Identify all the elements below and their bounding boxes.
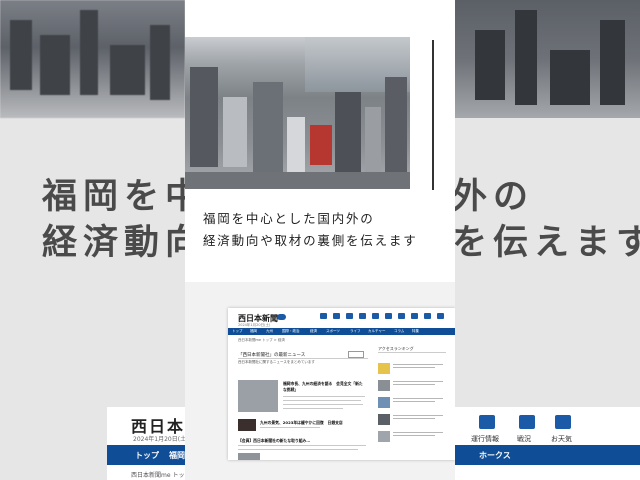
login-icon xyxy=(320,313,327,319)
mini-nav-item: カルチャー xyxy=(368,329,386,333)
train-icon xyxy=(372,313,379,319)
article-text-line xyxy=(260,427,320,429)
article-text-line xyxy=(283,396,365,398)
tagline-line2: 経済動向や取材の裏側を伝えます xyxy=(203,233,418,248)
mini-nav-item: 九州 xyxy=(266,329,273,333)
decorative-divider xyxy=(432,40,434,190)
mini-nav-item: 福岡 xyxy=(250,329,257,333)
mini-nav-item: 国際・政治 xyxy=(282,329,300,333)
calendar-icon xyxy=(411,313,418,319)
article-text-line xyxy=(283,400,361,402)
mini-section-subtitle: 西日本新聞社に関するニュースをまとめています xyxy=(238,360,315,364)
background-nav-item: 福岡 xyxy=(169,451,185,460)
article-text-line xyxy=(238,449,358,451)
article-text-line xyxy=(283,404,363,406)
mini-sidebar-divider xyxy=(378,352,446,353)
mini-nav-item: スポーツ xyxy=(326,329,340,333)
tagline-line1: 福岡を中心とした国内外の xyxy=(203,211,375,226)
background-icon-label-3: お天気 xyxy=(551,435,572,443)
mini-nav-item: ライフ xyxy=(350,329,361,333)
city-aerial-photo xyxy=(185,37,410,189)
background-nav-item: ホークス xyxy=(479,451,511,460)
mini-nav-item: 経済 xyxy=(310,329,317,333)
background-icon-label-1: 運行情報 xyxy=(471,435,499,443)
article-thumbnail xyxy=(238,453,260,460)
weather-icon xyxy=(555,415,571,429)
background-icon-label-2: 戦況 xyxy=(517,435,531,443)
mini-follow-button xyxy=(348,351,364,358)
article-text-line xyxy=(238,445,366,447)
user-icon xyxy=(424,313,431,319)
ranking-item xyxy=(378,414,446,427)
newspaper-icon xyxy=(385,313,392,319)
background-nav-item: トップ xyxy=(135,451,159,460)
ranking-item xyxy=(378,397,446,410)
background-site-date: 2024年1月20日(土) xyxy=(133,436,189,443)
background-site-breadcrumb: 西日本新聞me トップ xyxy=(131,472,191,479)
mini-nav-item: トップ xyxy=(232,329,243,333)
ranking-item xyxy=(378,431,446,444)
article-subtitle: な挑戦」 xyxy=(283,387,299,392)
search-icon xyxy=(346,313,353,319)
mini-site-nav: トップ 福岡 九州 国際・政治 経済 スポーツ ライフ カルチャー コラム 特集 xyxy=(228,328,455,335)
article-text-line xyxy=(283,408,343,410)
article-thumbnail xyxy=(238,380,278,412)
mail-icon xyxy=(333,313,340,319)
mini-logo-badge xyxy=(277,314,286,320)
mini-breadcrumb: 西日本新聞me トップ > 経済 xyxy=(238,338,285,342)
mini-divider xyxy=(238,358,368,359)
ranking-item xyxy=(378,363,446,376)
article-title: 九州の景気、2023年は緩やかに回復 日銀支店 xyxy=(260,420,343,425)
background-city-photo-left xyxy=(0,0,185,118)
mini-nav-item: コラム xyxy=(394,329,405,333)
site-preview-screenshot: 西日本新聞 2024年1月20日(土) トップ 福岡 九州 国際・政治 経済 ス… xyxy=(228,308,455,460)
background-city-photo-right xyxy=(455,0,640,118)
mini-nav-item: 特集 xyxy=(412,329,419,333)
ranking-item xyxy=(378,380,446,393)
menu-icon xyxy=(437,313,444,319)
newspaper-icon xyxy=(519,415,535,429)
train-icon xyxy=(479,415,495,429)
story-card[interactable]: 福岡を中心とした国内外の 経済動向や取材の裏側を伝えます 西日本新聞 2024年… xyxy=(185,0,455,480)
weather-icon xyxy=(398,313,405,319)
article-title: 【会員】西日本新聞社の新たな取り組み… xyxy=(238,438,311,443)
bookmark-icon xyxy=(359,313,366,319)
article-thumbnail xyxy=(238,419,256,431)
